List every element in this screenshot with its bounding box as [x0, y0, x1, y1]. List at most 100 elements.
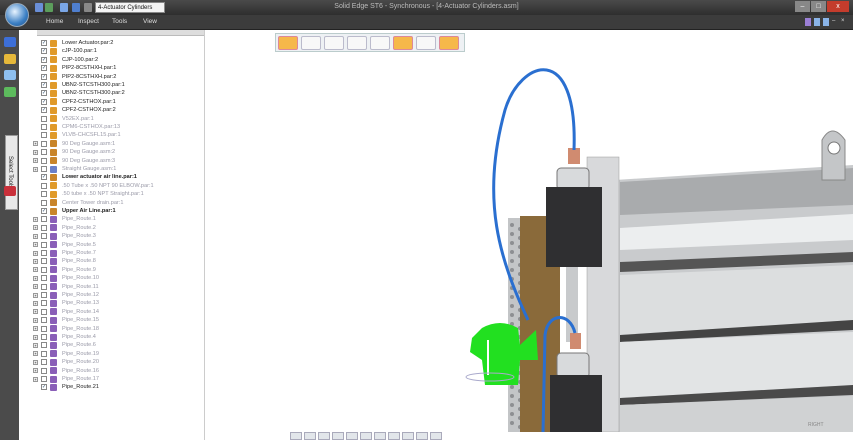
visibility-checkbox[interactable]: ✓ [41, 48, 47, 55]
tree-item[interactable]: ✓ CPF2-CSTHOX.par:2 [33, 106, 118, 114]
zoom-icon[interactable] [304, 432, 316, 440]
visibility-checkbox[interactable]: ✓ [41, 98, 47, 105]
visibility-checkbox[interactable] [41, 376, 47, 382]
expand-icon[interactable]: + [33, 233, 38, 239]
tree-resize-handle[interactable] [37, 30, 204, 36]
tab-inspect[interactable]: Inspect [78, 18, 99, 25]
expand-icon[interactable]: + [33, 334, 38, 340]
tree-item[interactable]: V52EX.par:1 [33, 115, 96, 123]
display-dropdown-icon[interactable] [416, 36, 436, 50]
maximize-button[interactable]: □ [811, 1, 826, 12]
tree-item[interactable]: + Straight Gauge.asm:1 [33, 165, 118, 173]
tree-item[interactable]: +90 Deg Gauge.asm:1 [33, 140, 117, 148]
doc-close-icon[interactable]: × [841, 18, 847, 26]
hide-parts-icon[interactable] [347, 36, 367, 50]
minimize-button[interactable]: – [795, 1, 810, 12]
tree-item[interactable]: + Pipe_Route.9 [33, 266, 98, 274]
tree-item[interactable]: ✓ UBN2-STCSTH300.par:1 [33, 81, 127, 89]
tree-item[interactable]: +90 Deg Gauge.asm:2 [33, 148, 117, 156]
visibility-checkbox[interactable] [41, 216, 47, 223]
visibility-checkbox[interactable] [41, 250, 47, 256]
tab-home[interactable]: Home [46, 18, 63, 25]
expand-icon[interactable]: + [33, 292, 38, 298]
visibility-checkbox[interactable] [41, 275, 47, 282]
tree-item[interactable]: + Pipe_Route.3 [33, 232, 98, 240]
tree-item[interactable]: Center Tower drain.par:1 [33, 199, 125, 207]
tree-item[interactable]: + Pipe_Route.11 [33, 283, 101, 291]
shaded-icon[interactable] [374, 432, 386, 440]
visibility-checkbox[interactable] [41, 317, 47, 324]
visibility-checkbox[interactable] [41, 283, 47, 290]
tree-item[interactable]: ✓ UBN2-STCSTH300.par:2 [33, 89, 127, 97]
expand-icon[interactable]: + [33, 225, 38, 231]
sketch-view-icon[interactable] [430, 432, 442, 440]
expand-icon[interactable]: + [33, 317, 38, 323]
pathfinder-icon[interactable] [4, 37, 16, 47]
visibility-checkbox[interactable]: ✓ [41, 107, 47, 114]
visibility-checkbox[interactable] [41, 241, 47, 248]
style-dropdown-icon[interactable] [393, 36, 413, 50]
expand-icon[interactable]: + [33, 166, 38, 172]
tree-item[interactable]: VLVB-CHCSFL15.par:1 [33, 131, 123, 139]
tree-item[interactable]: ✓ Lower actuator air line.par:1 [33, 173, 139, 181]
expand-icon[interactable]: + [33, 342, 38, 348]
tree-item[interactable]: ✓ cJP-100.par:1 [33, 47, 99, 55]
visibility-checkbox[interactable] [41, 149, 47, 156]
expand-icon[interactable]: + [33, 275, 38, 281]
home-view-icon[interactable] [290, 432, 302, 440]
expand-icon[interactable]: + [33, 141, 38, 147]
feature-library-icon[interactable] [4, 54, 16, 64]
visibility-checkbox[interactable] [41, 300, 47, 307]
tree-item[interactable]: + Pipe_Route.17 [33, 375, 101, 383]
expand-icon[interactable]: + [33, 267, 38, 273]
visibility-checkbox[interactable]: ✓ [41, 73, 47, 80]
axis-dropdown-icon[interactable] [439, 36, 459, 50]
visibility-checkbox[interactable] [41, 350, 47, 357]
visibility-checkbox[interactable] [41, 166, 47, 172]
visibility-checkbox[interactable] [41, 199, 47, 206]
report-icon[interactable] [4, 186, 16, 196]
expand-icon[interactable]: + [33, 149, 38, 155]
visibility-checkbox[interactable] [41, 140, 47, 147]
help-icon[interactable] [805, 18, 811, 26]
layers-icon[interactable] [4, 70, 16, 80]
views-icon[interactable] [402, 432, 414, 440]
visibility-checkbox[interactable] [41, 233, 47, 240]
visibility-checkbox[interactable]: ✓ [41, 82, 47, 88]
tree-item[interactable]: ✓ PIP2-8CSTHXH.par:2 [33, 73, 118, 81]
tree-item[interactable]: + Pipe_Route.18 [33, 325, 101, 333]
select-view-icon[interactable] [278, 36, 298, 50]
panel-icon[interactable] [370, 36, 390, 50]
parts-library-icon[interactable] [4, 87, 16, 97]
zoom-area-icon[interactable] [318, 432, 330, 440]
visibility-checkbox[interactable] [41, 367, 47, 374]
tab-tools[interactable]: Tools [112, 18, 127, 25]
tree-item[interactable]: + Pipe_Route.6 [33, 341, 98, 349]
tree-item[interactable]: ✓ CJP-100.par:2 [33, 56, 100, 64]
close-button[interactable]: x [827, 1, 849, 12]
tree-item[interactable]: ✓ CPF2-CSTHOX.par:1 [33, 98, 118, 106]
tree-item[interactable]: CPM6-CSTHOX.par:13 [33, 123, 122, 131]
visibility-checkbox[interactable]: ✓ [41, 40, 47, 46]
expand-icon[interactable]: + [33, 250, 38, 256]
tree-item[interactable]: +90 Deg Gauge.asm:3 [33, 157, 117, 165]
tree-item[interactable]: + Pipe_Route.16 [33, 367, 101, 375]
section-icon[interactable] [416, 432, 428, 440]
tree-item[interactable]: ✓ Pipe_Route.21 [33, 383, 101, 391]
visibility-checkbox[interactable] [41, 334, 47, 340]
tree-item[interactable]: ✓ Upper Air Line.par:1 [33, 207, 118, 215]
tree-item[interactable]: + Pipe_Route.19 [33, 350, 101, 358]
visibility-checkbox[interactable] [41, 342, 47, 349]
tree-item[interactable]: + Pipe_Route.1 [33, 215, 98, 223]
window-icon[interactable] [301, 36, 321, 50]
rotate-icon[interactable] [360, 432, 372, 440]
visibility-checkbox[interactable] [41, 124, 47, 130]
visibility-checkbox[interactable] [41, 308, 47, 315]
expand-icon[interactable]: + [33, 376, 38, 382]
tree-item[interactable]: + Pipe_Route.15 [33, 316, 101, 324]
visibility-checkbox[interactable] [41, 258, 47, 265]
expand-icon[interactable]: + [33, 258, 38, 264]
visibility-checkbox[interactable]: ✓ [41, 384, 47, 391]
3d-viewport[interactable] [205, 30, 853, 432]
visibility-checkbox[interactable]: ✓ [41, 56, 47, 63]
